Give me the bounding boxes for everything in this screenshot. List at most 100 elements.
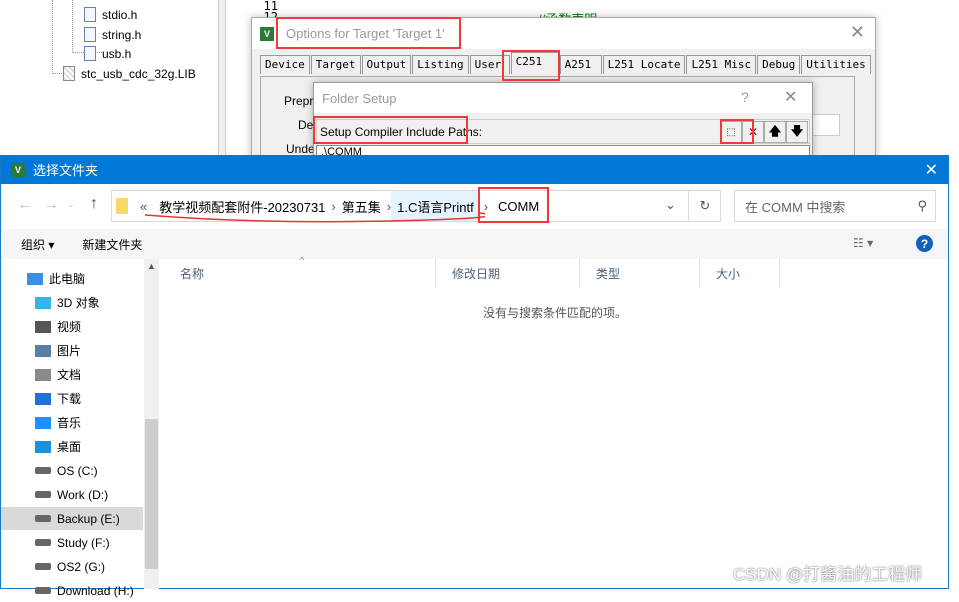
sort-ascending-icon: ^ xyxy=(300,255,305,265)
view-options-icon[interactable]: ☷ ▾ xyxy=(853,236,873,250)
computer-icon xyxy=(27,272,43,285)
drive-os-icon xyxy=(35,467,51,474)
command-bar: 组织 ▾ 新建文件夹 ☷ ▾ ? xyxy=(1,229,948,259)
header-file-icon xyxy=(84,7,96,22)
address-dropdown-icon[interactable]: ⌄ xyxy=(665,197,676,213)
header-file-icon xyxy=(84,46,96,61)
undefine-label: Undefine: xyxy=(286,142,314,156)
help-button[interactable]: ? xyxy=(741,89,749,105)
search-placeholder: 在 COMM 中搜索 xyxy=(745,199,846,215)
tab-l251-locate[interactable]: L251 Locate xyxy=(602,55,686,74)
sidebar-item-label: 图片 xyxy=(57,344,82,358)
column-type[interactable]: 类型 xyxy=(580,259,700,287)
tree-item-label: string.h xyxy=(102,27,142,42)
options-tabs: Device Target Output Listing User C251 A… xyxy=(260,52,872,74)
sidebar-scrollbar[interactable]: ▲ xyxy=(144,259,159,589)
highlight-box xyxy=(720,119,754,144)
sidebar-item[interactable]: 图片 xyxy=(1,339,143,362)
scrollbar-thumb[interactable] xyxy=(145,419,158,569)
sidebar-item-label: Work (D:) xyxy=(57,487,109,502)
back-button[interactable]: ← xyxy=(17,196,33,214)
navigation-pane: 此电脑 3D 对象视频图片文档下载音乐桌面 OS (C:) Work (D:) Back… xyxy=(1,259,159,598)
sidebar-item-label: 桌面 xyxy=(57,440,82,454)
tab-output[interactable]: Output xyxy=(361,55,412,74)
sidebar-item[interactable]: Study (F:) xyxy=(1,531,143,554)
sidebar-item[interactable]: Download (H:) xyxy=(1,579,143,602)
highlight-box xyxy=(313,116,468,144)
drive-icon xyxy=(35,587,51,594)
recent-dropdown[interactable]: ⌄ xyxy=(67,199,75,210)
arrow-up-icon: 🡅 xyxy=(768,123,782,138)
document-icon xyxy=(35,368,51,381)
sidebar-item-label: 此电脑 xyxy=(49,272,86,286)
define-input[interactable] xyxy=(810,114,840,136)
close-icon[interactable]: ✕ xyxy=(784,87,797,107)
refresh-button[interactable]: ↻ xyxy=(688,191,721,221)
keil-logo-icon: V xyxy=(11,162,25,177)
column-label: 名称 xyxy=(180,266,205,281)
highlight-box xyxy=(502,50,560,81)
tree-item[interactable]: stc_usb_cdc_32g.LIB xyxy=(63,66,196,81)
dialog-title: 选择文件夹 xyxy=(33,163,99,178)
sidebar-item-label: OS (C:) xyxy=(57,463,98,478)
sidebar-item[interactable]: 3D 对象 xyxy=(1,291,143,314)
sidebar-item[interactable]: 桌面 xyxy=(1,435,143,458)
sidebar-item[interactable]: 下载 xyxy=(1,387,143,410)
tree-item[interactable]: stdio.h xyxy=(84,7,137,22)
close-icon[interactable]: ✕ xyxy=(925,160,938,180)
sidebar-item-label: 视频 xyxy=(57,320,82,334)
drive-icon xyxy=(35,515,51,522)
sidebar-item-label: Download (H:) xyxy=(57,583,134,598)
drive-icon xyxy=(35,563,51,570)
sidebar-item-label: 下载 xyxy=(57,392,82,406)
sidebar-item-label: 文档 xyxy=(57,368,82,382)
tree-item[interactable]: string.h xyxy=(84,27,141,42)
sidebar-item[interactable]: 视频 xyxy=(1,315,143,338)
sidebar-item[interactable]: 文档 xyxy=(1,363,143,386)
sidebar-item-label: 3D 对象 xyxy=(57,296,100,310)
move-up-button[interactable]: 🡅 xyxy=(764,121,786,143)
tree-item[interactable]: usb.h xyxy=(84,46,131,61)
help-icon[interactable]: ? xyxy=(916,235,933,252)
sidebar-item[interactable]: Backup (E:) xyxy=(1,507,143,530)
tree-item-label: usb.h xyxy=(102,46,132,61)
organize-menu[interactable]: 组织 ▾ xyxy=(21,236,54,253)
tab-device[interactable]: Device xyxy=(260,55,310,74)
define-label: Define: xyxy=(298,118,314,132)
highlight-box xyxy=(276,17,461,49)
tab-target[interactable]: Target xyxy=(310,55,361,74)
folder-icon xyxy=(116,198,128,214)
column-name[interactable]: 名称 ^ xyxy=(164,255,436,287)
search-input[interactable]: 在 COMM 中搜索 ⚲ xyxy=(734,190,936,222)
new-folder-button[interactable]: 新建文件夹 xyxy=(82,236,142,253)
tree-item-label: stc_usb_cdc_32g.LIB xyxy=(81,66,196,81)
move-down-button[interactable]: 🡇 xyxy=(786,121,808,143)
sidebar-item[interactable]: OS2 (G:) xyxy=(1,555,143,578)
dialog-title: Folder Setup xyxy=(322,90,397,106)
tab-listing[interactable]: Listing xyxy=(412,55,469,74)
sidebar-item[interactable]: OS (C:) xyxy=(1,459,143,482)
download-icon xyxy=(35,392,51,405)
sidebar-item[interactable]: 音乐 xyxy=(1,411,143,434)
sidebar-item-label: 音乐 xyxy=(57,416,82,430)
keil-logo-icon: V xyxy=(260,26,274,41)
library-file-icon xyxy=(63,66,75,81)
sidebar-item[interactable]: 此电脑 xyxy=(1,267,143,290)
arrow-down-icon: 🡇 xyxy=(790,123,804,138)
watermark: CSDN @打酱油的工程师 xyxy=(733,565,923,584)
tab-utilities[interactable]: Utilities xyxy=(801,55,871,74)
column-label: 修改日期 xyxy=(452,266,501,281)
header-file-icon xyxy=(84,27,96,42)
tab-a251[interactable]: A251 xyxy=(559,55,602,74)
sidebar-item-label: Backup (E:) xyxy=(57,511,120,526)
sidebar-item[interactable]: Work (D:) xyxy=(1,483,143,506)
tab-debug[interactable]: Debug xyxy=(757,55,801,74)
up-button[interactable]: ↑ xyxy=(90,195,98,213)
drive-icon xyxy=(35,491,51,498)
tab-l251-misc[interactable]: L251 Misc xyxy=(686,55,757,74)
forward-button[interactable]: → xyxy=(43,196,59,214)
column-size[interactable]: 大小 xyxy=(700,259,780,287)
splitter[interactable] xyxy=(218,0,226,160)
close-icon[interactable]: ✕ xyxy=(850,22,865,43)
column-date[interactable]: 修改日期 xyxy=(436,259,580,287)
